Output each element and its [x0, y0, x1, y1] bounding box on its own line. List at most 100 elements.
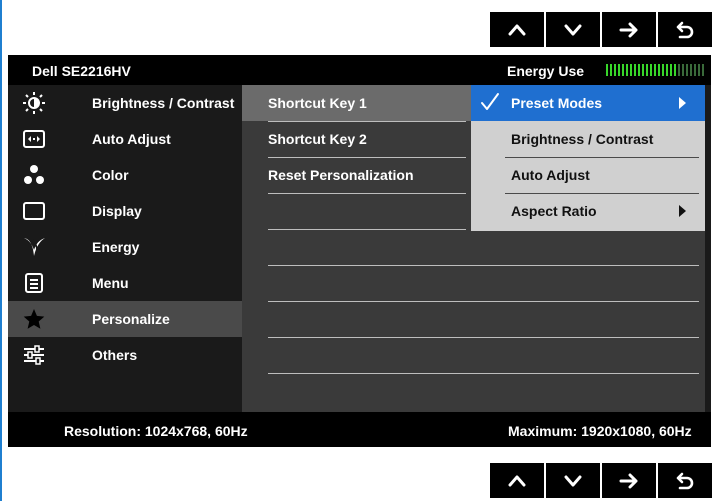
up-arrow-icon	[508, 24, 526, 35]
auto-adjust-icon	[22, 127, 46, 151]
current-resolution: Resolution: 1024x768, 60Hz	[64, 423, 248, 439]
osd-title-bar: Dell SE2216HV Energy Use	[8, 55, 711, 85]
energy-use-label: Energy Use	[507, 63, 585, 79]
right-arrow-icon	[619, 22, 638, 37]
energy-meter-segment	[670, 64, 672, 76]
option-aspect-ratio[interactable]: Aspect Ratio	[471, 193, 705, 229]
menu-item-label: Auto Adjust	[92, 131, 171, 147]
right-button[interactable]	[602, 12, 656, 47]
menu-item-brightness-contrast[interactable]: Brightness / Contrast	[8, 85, 242, 121]
color-icon	[22, 163, 46, 187]
status-bar: Resolution: 1024x768, 60Hz Maximum: 1920…	[8, 412, 711, 447]
display-icon	[22, 199, 46, 223]
brightness-icon	[22, 91, 46, 115]
option-label: Auto Adjust	[511, 167, 590, 183]
energy-meter-segment	[642, 64, 644, 76]
down-button[interactable]	[546, 12, 600, 47]
option-auto-adjust[interactable]: Auto Adjust	[471, 157, 705, 193]
menu-item-energy[interactable]: Energy	[8, 229, 242, 265]
option-label: Preset Modes	[511, 95, 603, 111]
down-arrow-icon	[564, 475, 582, 486]
divider	[268, 229, 466, 230]
checkmark-icon	[481, 93, 499, 110]
maximum-resolution: Maximum: 1920x1080, 60Hz	[508, 423, 692, 439]
reset-personalization-item[interactable]: Reset Personalization	[242, 157, 471, 193]
return-arrow-icon	[676, 472, 694, 489]
energy-meter-segment	[694, 64, 696, 76]
energy-meter-segment	[686, 64, 688, 76]
back-button[interactable]	[658, 12, 712, 47]
energy-meter-segment	[630, 64, 632, 76]
menu-item-color[interactable]: Color	[8, 157, 242, 193]
menu-item-menu[interactable]: Menu	[8, 265, 242, 301]
menu-item-label: Personalize	[92, 311, 170, 327]
divider	[268, 301, 699, 302]
energy-meter-segment	[618, 64, 620, 76]
osd-menu: Dell SE2216HV Energy Use Brightness / Co…	[8, 55, 711, 447]
energy-meter-segment	[626, 64, 628, 76]
shortcut-key-2-label: Shortcut Key 2	[268, 131, 367, 147]
menu-item-label: Others	[92, 347, 138, 363]
up-button[interactable]	[490, 463, 544, 498]
energy-meter-segment	[690, 64, 692, 76]
main-menu: Brightness / Contrast Auto Adjust Color …	[8, 85, 242, 412]
option-label: Brightness / Contrast	[511, 131, 654, 147]
menu-item-label: Color	[92, 167, 129, 183]
right-button[interactable]	[602, 463, 656, 498]
energy-meter-segment	[658, 64, 660, 76]
energy-meter-segment	[634, 64, 636, 76]
energy-meter-segment	[638, 64, 640, 76]
menu-item-personalize[interactable]: Personalize	[8, 301, 242, 337]
shortcut-key-1-item[interactable]: Shortcut Key 1	[242, 85, 471, 121]
right-arrow-icon	[619, 473, 638, 488]
divider	[268, 265, 699, 266]
divider	[268, 337, 699, 338]
energy-meter-segment	[646, 64, 648, 76]
monitor-model: Dell SE2216HV	[32, 63, 131, 79]
menu-item-label: Display	[92, 203, 142, 219]
energy-meter-segment	[650, 64, 652, 76]
submenu-arrow-icon	[679, 97, 686, 109]
energy-icon	[22, 235, 46, 259]
divider	[268, 193, 466, 194]
energy-meter-segment	[666, 64, 668, 76]
menu-item-label: Menu	[92, 275, 129, 291]
submenu-arrow-icon	[679, 205, 686, 217]
energy-meter-segment	[610, 64, 612, 76]
menu-item-label: Energy	[92, 239, 140, 255]
menu-icon	[22, 271, 46, 295]
shortcut-key-1-label: Shortcut Key 1	[268, 95, 367, 111]
bottom-nav-buttons	[490, 463, 712, 498]
energy-meter-segment	[662, 64, 664, 76]
option-label: Aspect Ratio	[511, 203, 597, 219]
option-brightness-contrast[interactable]: Brightness / Contrast	[471, 121, 705, 157]
energy-meter-segment	[698, 64, 700, 76]
energy-meter-segment	[622, 64, 624, 76]
menu-item-others[interactable]: Others	[8, 337, 242, 373]
down-button[interactable]	[546, 463, 600, 498]
energy-meter-segment	[682, 64, 684, 76]
energy-meter-segment	[674, 64, 676, 76]
shortcut-key-2-item[interactable]: Shortcut Key 2	[242, 121, 471, 157]
up-arrow-icon	[508, 475, 526, 486]
shortcut-options-submenu: Preset Modes Brightness / Contrast Auto …	[471, 85, 705, 231]
energy-use-meter	[606, 64, 704, 76]
down-arrow-icon	[564, 24, 582, 35]
option-preset-modes[interactable]: Preset Modes	[471, 85, 705, 121]
energy-meter-segment	[654, 64, 656, 76]
others-icon	[22, 343, 46, 367]
menu-item-auto-adjust[interactable]: Auto Adjust	[8, 121, 242, 157]
menu-item-display[interactable]: Display	[8, 193, 242, 229]
energy-meter-segment	[614, 64, 616, 76]
return-arrow-icon	[676, 21, 694, 38]
divider	[268, 373, 699, 374]
up-button[interactable]	[490, 12, 544, 47]
back-button[interactable]	[658, 463, 712, 498]
menu-item-label: Brightness / Contrast	[92, 95, 235, 111]
reset-personalization-label: Reset Personalization	[268, 167, 414, 183]
top-nav-buttons	[490, 12, 712, 47]
energy-meter-segment	[678, 64, 680, 76]
energy-meter-segment	[702, 64, 704, 76]
star-icon	[22, 307, 46, 331]
energy-meter-segment	[606, 64, 608, 76]
